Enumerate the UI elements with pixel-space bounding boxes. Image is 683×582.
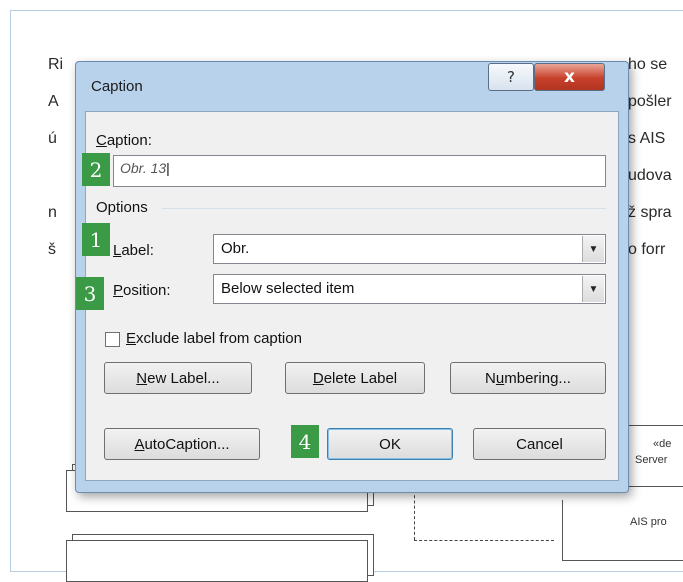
ok-button[interactable]: OK [327,428,453,460]
doc-text-left-5: n [48,204,57,221]
position-select[interactable]: Below selected item ▼ [213,274,606,304]
caption-field-label: Caption: [96,132,152,149]
dialog-body: Caption: Obr. 13| Options Label: Obr. ▼ … [85,111,619,481]
close-button[interactable]: x [534,63,605,91]
help-icon: ? [507,68,515,86]
doc-text-right-6: o forr [628,241,666,258]
autocaption-button[interactable]: AutoCaption... [104,428,260,460]
doc-text-left-1: Ri [48,56,64,73]
diagram-dashed-connector-h [414,540,554,541]
doc-text-right-2: pošler [628,93,672,110]
doc-text-left-6: š [48,241,56,258]
position-dropdown-arrow-icon[interactable]: ▼ [582,276,604,302]
doc-text-right-4: udova [628,167,672,184]
diagram-dashed-connector-v [414,490,415,540]
help-button[interactable]: ? [488,63,534,91]
cancel-button[interactable]: Cancel [473,428,606,460]
step-badge-3: 3 [76,277,104,310]
exclude-label-text: Exclude label from caption [126,330,302,347]
label-select-value: Obr. [221,240,250,257]
label-dropdown-arrow-icon[interactable]: ▼ [582,236,604,262]
server-stereotype: «de [653,438,672,450]
diagram-server-box: «de Server [628,425,683,487]
caption-value: Obr. 13 [120,160,167,176]
caption-dialog: Caption ? x Caption: Obr. 13| Options La… [75,61,629,493]
doc-text-left-2: A [48,93,59,110]
ais-label: AIS pro [630,516,667,528]
new-label-button[interactable]: New Label... [104,362,252,394]
close-icon: x [564,67,575,87]
label-field-label: Label: [113,242,154,259]
doc-text-right-1: ho se [628,56,668,73]
doc-text-right-3: s AIS [628,130,666,147]
caption-input[interactable]: Obr. 13| [113,155,606,187]
dialog-title: Caption [91,78,143,95]
doc-text-right-5: ž spra [628,204,672,221]
diagram-3d-box-bottom [66,540,368,582]
options-divider [162,208,606,209]
step-badge-4: 4 [291,425,319,458]
doc-text-left-3: ú [48,130,57,147]
position-field-label: Position: [113,282,171,299]
step-badge-1: 1 [82,223,110,256]
options-group-label: Options [96,199,148,216]
server-label: Server [635,454,668,466]
numbering-button[interactable]: Nu mbering... [450,362,606,394]
step-badge-2: 2 [82,153,110,186]
delete-label-button[interactable]: Delete Label [285,362,425,394]
position-select-value: Below selected item [221,280,355,297]
exclude-label-checkbox[interactable] [105,332,120,347]
label-select[interactable]: Obr. ▼ [213,234,606,264]
